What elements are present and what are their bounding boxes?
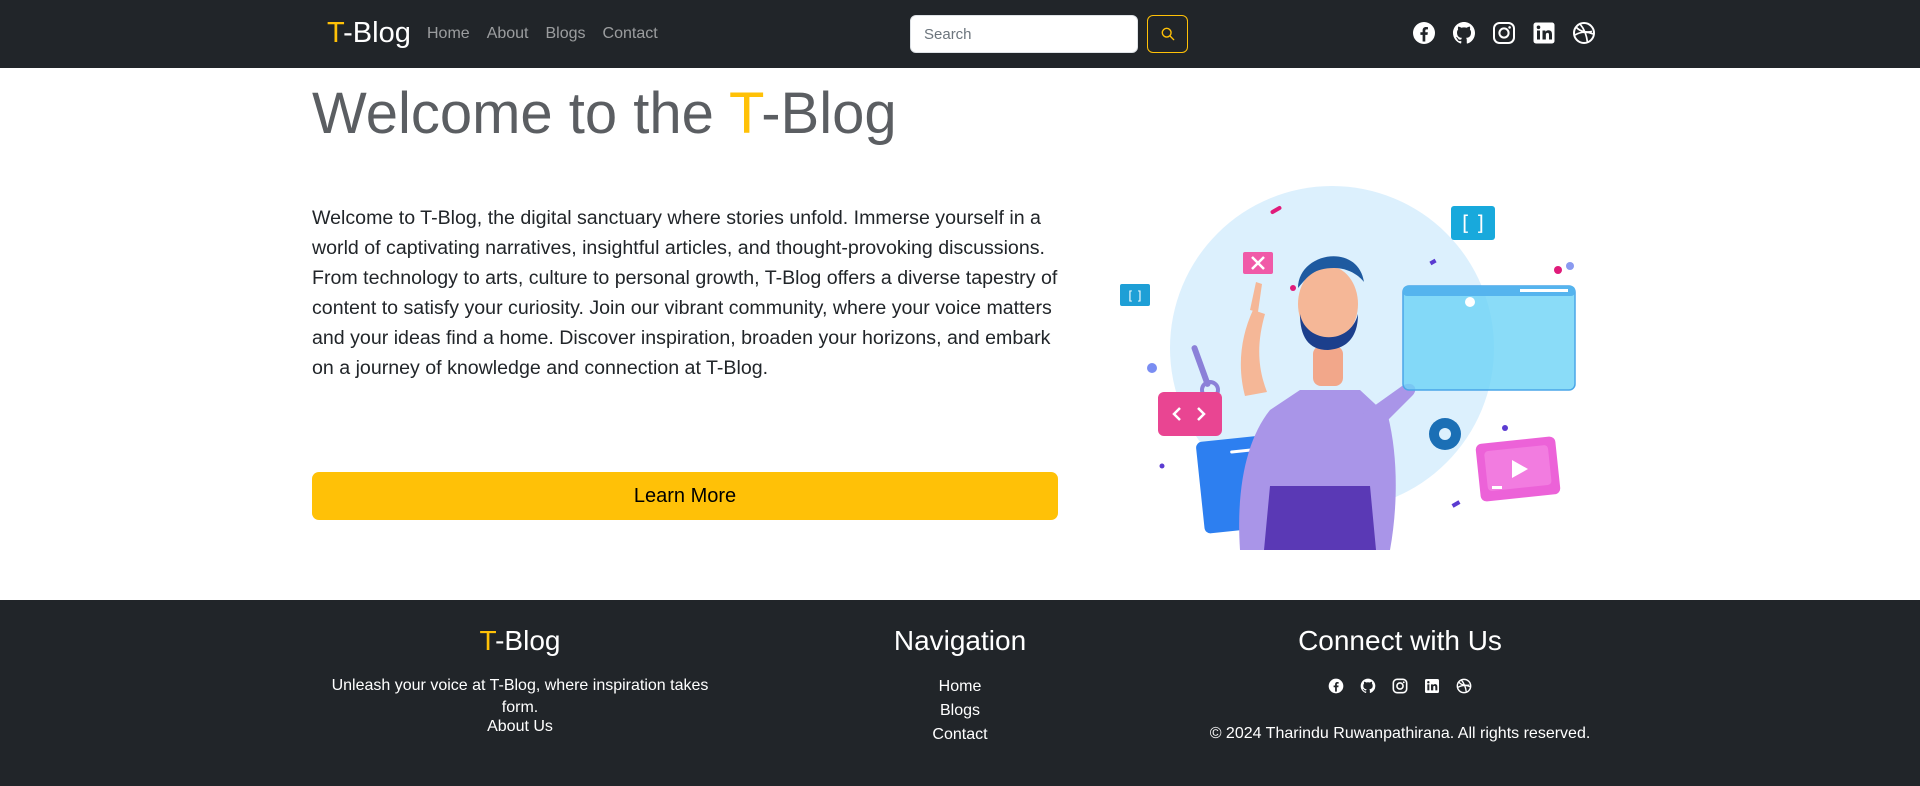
brand-logo[interactable]: T-Blog [327,15,411,51]
search-form [910,15,1188,53]
learn-more-button[interactable]: Learn More [312,472,1058,520]
dribbble-icon[interactable] [1456,678,1472,694]
svg-text:[ ]: [ ] [1128,289,1141,303]
linkedin-icon[interactable] [1424,678,1440,694]
github-icon[interactable] [1452,21,1476,45]
footer: T-Blog Unleash your voice at T-Blog, whe… [0,600,1920,786]
title-prefix: Welcome to the [312,81,729,146]
dribbble-icon[interactable] [1572,21,1596,45]
nav-link-contact[interactable]: Contact [603,23,658,45]
search-input[interactable] [910,15,1138,53]
search-icon [1161,27,1174,41]
footer-link-blogs[interactable]: Blogs [940,699,980,723]
developer-illustration: [ ] [ ] [1120,186,1576,550]
instagram-icon[interactable] [1392,678,1408,694]
footer-nav-heading: Navigation [893,625,1027,656]
copyright-text: © 2024 Tharindu Ruwanpathirana. All righ… [1209,725,1591,742]
search-button[interactable] [1147,15,1188,53]
linkedin-icon[interactable] [1532,21,1556,45]
brand-accent: T [327,17,344,49]
facebook-icon[interactable] [1412,21,1436,45]
facebook-icon[interactable] [1328,678,1344,694]
footer-link-home[interactable]: Home [939,675,982,699]
navbar-container: T-Blog Home About Blogs Contact [312,0,1608,68]
page-title: Welcome to the T-Blog [312,78,897,150]
navbar: T-Blog Home About Blogs Contact [0,0,1920,68]
footer-link-contact[interactable]: Contact [932,723,987,747]
nav-link-home[interactable]: Home [427,23,470,45]
title-accent: T [728,81,762,146]
footer-socials [1192,678,1608,694]
footer-connect-heading: Connect with Us [1298,625,1502,656]
nav-link-blogs[interactable]: Blogs [546,23,586,45]
hero-description: Welcome to T-Blog, the digital sanctuary… [312,207,1058,379]
title-suffix: -Blog [761,81,897,146]
footer-brand-accent: T [479,625,496,656]
footer-brand-text: -Blog [495,625,561,656]
nav-link-about[interactable]: About [487,23,529,45]
navbar-socials [1412,21,1596,45]
footer-brand[interactable]: T-Blog [312,622,728,660]
github-icon[interactable] [1360,678,1376,694]
svg-text:[ ]: [ ] [1462,211,1484,235]
brand-text: -Blog [343,17,411,49]
instagram-icon[interactable] [1492,21,1516,45]
footer-nav-links: Home Blogs Contact [752,675,1168,747]
footer-tagline: Unleash your voice at T-Blog, where insp… [331,677,709,716]
nav-links: Home About Blogs Contact [427,23,658,45]
footer-about-link[interactable]: About Us [312,716,728,738]
